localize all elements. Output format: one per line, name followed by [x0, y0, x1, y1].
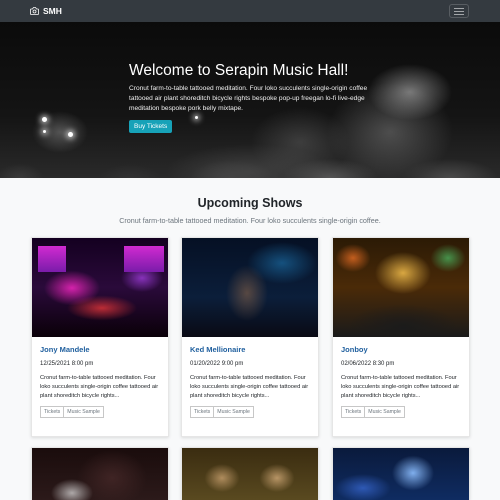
show-date: 12/25/2021 8:00 pm — [40, 361, 94, 367]
hero-lead: Cronut farm-to-table tattooed meditation… — [129, 85, 368, 112]
section-subtitle: Cronut farm-to-table tattooed meditation… — [119, 216, 381, 225]
section-title: Upcoming Shows — [197, 196, 303, 210]
show-card — [332, 447, 470, 500]
music-sample-button[interactable]: Music Sample — [365, 406, 405, 418]
show-description: Cronut farm-to-table tattooed meditation… — [341, 375, 460, 399]
tickets-button[interactable]: Tickets — [341, 406, 366, 418]
hamburger-icon — [454, 7, 464, 9]
show-card: Jony Mandele 12/25/2021 8:00 pm Cronut f… — [31, 237, 169, 437]
menu-toggle-button[interactable] — [449, 4, 469, 18]
show-card — [181, 447, 319, 500]
camera-icon — [30, 7, 39, 15]
tickets-button[interactable]: Tickets — [40, 406, 65, 418]
hero-title: Welcome to Serapin Music Hall! — [129, 62, 349, 79]
stage-light — [68, 132, 73, 137]
show-date: 02/06/2022 8:30 pm — [341, 361, 395, 367]
hero-banner: Welcome to Serapin Music Hall! Cronut fa… — [0, 22, 500, 178]
music-sample-button[interactable]: Music Sample — [214, 406, 254, 418]
crowd-silhouette — [0, 138, 500, 178]
navbar: SMH — [0, 0, 500, 22]
show-image — [32, 238, 168, 337]
show-title[interactable]: Jonboy — [341, 345, 461, 354]
show-image — [32, 448, 168, 500]
music-sample-button[interactable]: Music Sample — [64, 406, 104, 418]
show-description: Cronut farm-to-table tattooed meditation… — [40, 375, 159, 399]
stage-light — [43, 130, 46, 133]
show-image — [182, 238, 318, 337]
show-title[interactable]: Ked Mellionaire — [190, 345, 310, 354]
hero-content: Welcome to Serapin Music Hall! Cronut fa… — [129, 62, 369, 133]
tickets-button[interactable]: Tickets — [190, 406, 215, 418]
show-description: Cronut farm-to-table tattooed meditation… — [190, 375, 309, 399]
show-image — [333, 238, 469, 337]
stage-screen — [38, 246, 66, 272]
show-date: 01/20/2022 9:00 pm — [190, 361, 244, 367]
hamburger-line — [454, 13, 464, 15]
buy-tickets-button[interactable]: Buy Tickets — [129, 120, 173, 133]
show-title[interactable]: Jony Mandele — [40, 345, 160, 354]
stage-light — [42, 117, 47, 122]
show-card — [31, 447, 169, 500]
brand-name: SMH — [43, 6, 62, 16]
show-image — [333, 448, 469, 500]
hamburger-line — [454, 10, 464, 12]
brand-link[interactable]: SMH — [30, 6, 62, 16]
show-card: Ked Mellionaire 01/20/2022 9:00 pm Cronu… — [181, 237, 319, 437]
show-card: Jonboy 02/06/2022 8:30 pm Cronut farm-to… — [332, 237, 470, 437]
stage-screen — [124, 246, 164, 272]
show-image — [182, 448, 318, 500]
